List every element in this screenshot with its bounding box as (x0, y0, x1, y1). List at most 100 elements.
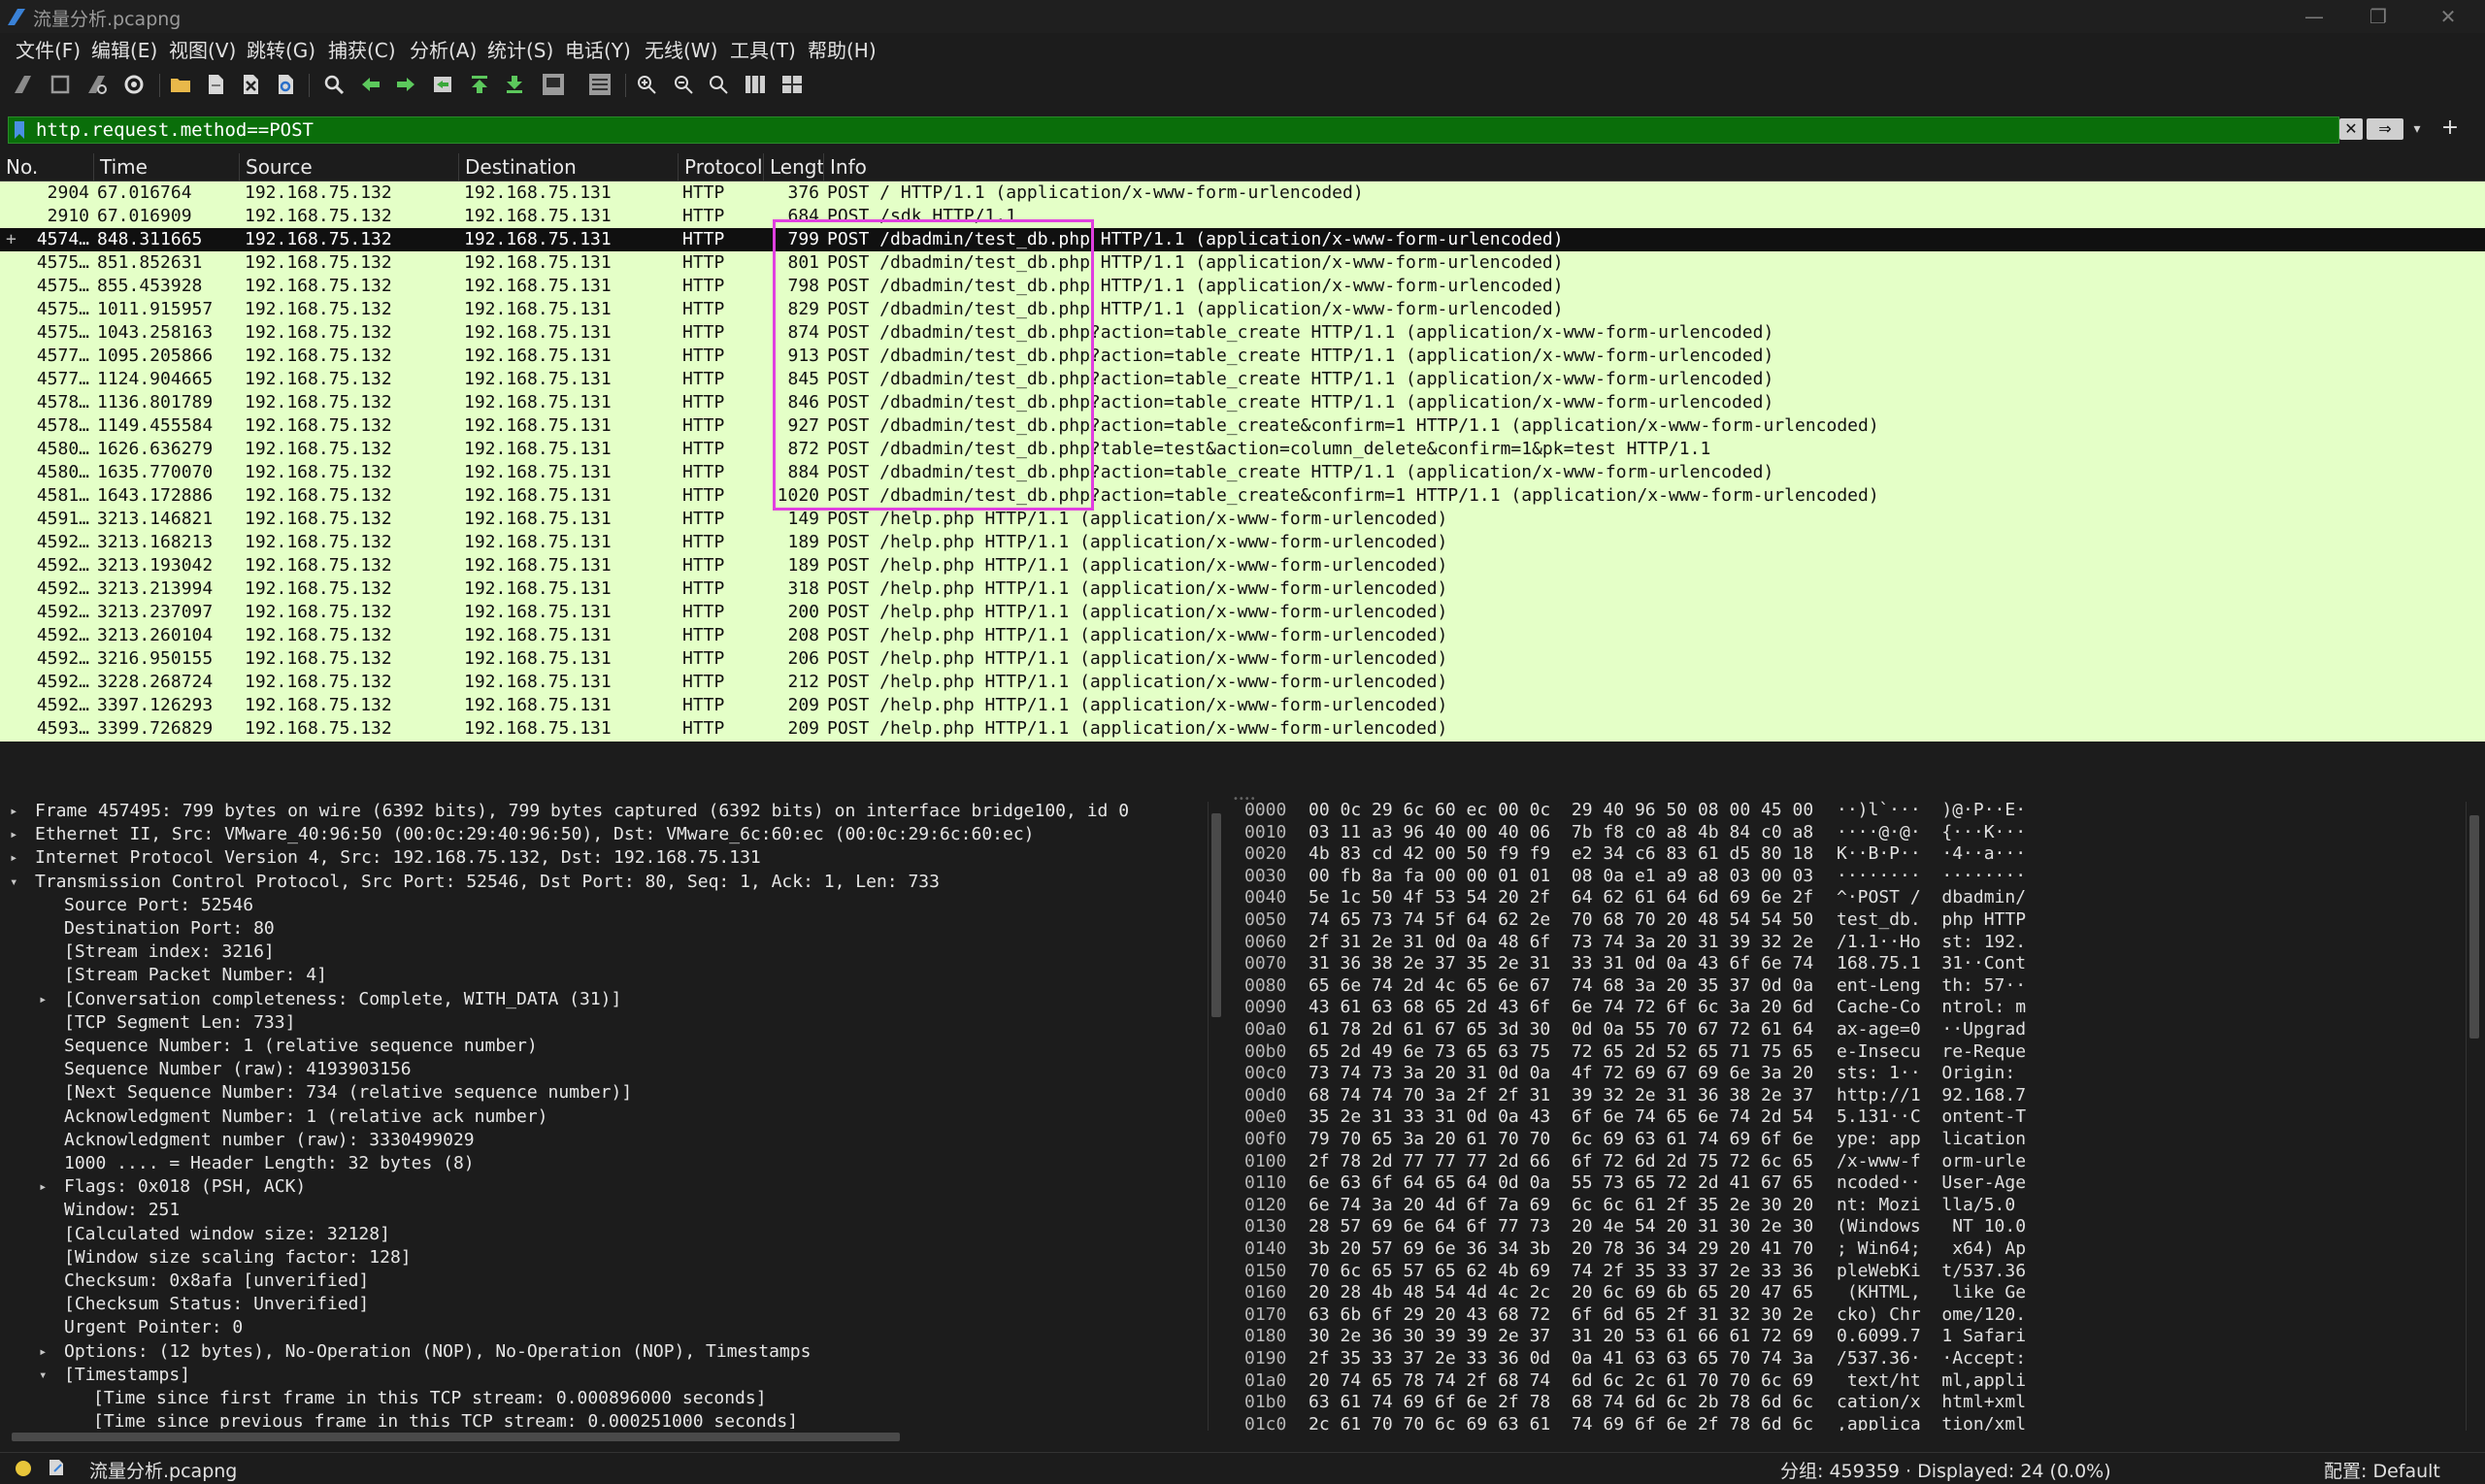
auto-scroll-icon[interactable] (540, 71, 567, 98)
menu-statistics[interactable]: 统计(S) (487, 35, 553, 63)
scrollbar-thumb[interactable] (2469, 815, 2479, 1039)
column-header-destination[interactable]: Destination (458, 153, 678, 181)
zoom-out-icon[interactable] (670, 71, 697, 98)
menu-file[interactable]: 文件(F) (16, 35, 81, 63)
column-header-source[interactable]: Source (239, 153, 458, 181)
go-back-arrow-icon[interactable] (357, 71, 384, 98)
packet-row[interactable]: 2904 67.016764 192.168.75.132 192.168.75.13… (0, 181, 2485, 205)
menu-tools[interactable]: 工具(T) (730, 35, 796, 63)
packet-row[interactable]: 4577… 1124.904665 192.168.75.132 192.168.75… (0, 368, 2485, 391)
byte-ascii: text/ht ml,appli (1837, 1369, 2027, 1391)
packet-row[interactable]: 4577… 1095.205866 192.168.75.132 192.168.75… (0, 345, 2485, 368)
close-button[interactable]: ✕ (2419, 2, 2477, 31)
resize-columns-icon[interactable] (742, 71, 769, 98)
packet-row[interactable]: 4580… 1626.636279 192.168.75.132 192.168.75… (0, 438, 2485, 461)
byte-offset: 00a0 (1244, 1019, 1287, 1039)
packet-row[interactable]: 4592… 3397.126293 192.168.75.132 192.168.75… (0, 694, 2485, 717)
packet-row[interactable]: 4575… 1011.915957 192.168.75.132 192.168.75… (0, 298, 2485, 321)
bookmark-icon[interactable] (13, 120, 26, 145)
packet-cell-time: 67.016764 (97, 182, 192, 203)
packet-row[interactable]: 4592… 3213.193042 192.168.75.132 192.168.75… (0, 554, 2485, 577)
menu-help[interactable]: 帮助(H) (808, 35, 877, 63)
menu-analyze[interactable]: 分析(A) (410, 35, 477, 63)
packet-row[interactable]: 4591… 3213.146821 192.168.75.132 192.168.75… (0, 508, 2485, 531)
close-file-icon[interactable] (237, 71, 264, 98)
menu-wireless[interactable]: 无线(W) (645, 35, 717, 63)
packet-row[interactable]: 4592… 3216.950155 192.168.75.132 192.168.75… (0, 647, 2485, 671)
packet-row[interactable]: 4578… 1136.801789 192.168.75.132 192.168.75… (0, 391, 2485, 414)
stop-square-icon[interactable] (47, 71, 74, 98)
capture-options-gear-icon[interactable] (120, 71, 148, 98)
reload-file-icon[interactable] (272, 71, 299, 98)
collapsed-arrow-icon[interactable]: ▸ (39, 1175, 47, 1199)
collapsed-arrow-icon[interactable]: ▸ (10, 800, 17, 823)
scrollbar-thumb[interactable] (12, 1433, 900, 1441)
byte-hex: 2f 78 2d 77 77 77 2d 66 6f 72 6d 2d 75 7… (1309, 1150, 1814, 1171)
add-filter-button[interactable]: + (2438, 116, 2462, 140)
save-file-icon[interactable] (202, 71, 229, 98)
normal-size-icon[interactable] (705, 71, 732, 98)
column-header-protocol[interactable]: Protocol (678, 153, 763, 181)
display-filter-input[interactable]: http.request.method==POST (8, 116, 2339, 144)
packet-row[interactable]: 4592… 3213.213994 192.168.75.132 192.168.75… (0, 577, 2485, 601)
packet-row[interactable]: 4592… 3213.237097 192.168.75.132 192.168.75… (0, 601, 2485, 624)
colorize-lines-icon[interactable] (586, 71, 613, 98)
maximize-button[interactable]: ❐ (2349, 2, 2407, 31)
collapsed-arrow-icon[interactable]: ▸ (10, 846, 17, 870)
collapsed-arrow-icon[interactable]: ▸ (10, 823, 17, 846)
minimize-button[interactable]: — (2285, 2, 2343, 31)
packet-row[interactable]: 4592… 3228.268724 192.168.75.132 192.168.75… (0, 671, 2485, 694)
menu-capture[interactable]: 捕获(C) (328, 35, 396, 63)
packet-row[interactable]: 4592… 3213.260104 192.168.75.132 192.168.75… (0, 624, 2485, 647)
packet-row[interactable]: 4574… 848.311665 192.168.75.132 192.168.75.… (0, 228, 2485, 251)
menu-go[interactable]: 跳转(G) (247, 35, 315, 63)
packet-row[interactable]: 2910 67.016909 192.168.75.132 192.168.75.13… (0, 205, 2485, 228)
packet-cell-dst: 192.168.75.131 (464, 206, 612, 226)
expert-info-led-icon[interactable] (16, 1461, 31, 1476)
packet-cell-info: POST /help.php HTTP/1.1 (application/x-w… (827, 555, 1448, 576)
packet-row[interactable]: 4581… 1643.172886 192.168.75.132 192.168.75… (0, 484, 2485, 508)
packet-cell-info: POST /help.php HTTP/1.1 (application/x-w… (827, 532, 1448, 552)
packet-row[interactable]: 4575… 1043.258163 192.168.75.132 192.168.75… (0, 321, 2485, 345)
details-vertical-scrollbar[interactable] (1208, 802, 1224, 1431)
column-header-time[interactable]: Time (93, 153, 239, 181)
detail-text: Acknowledgment number (raw): 3330499029 (64, 1129, 475, 1150)
column-header-length[interactable]: Lengtl (763, 153, 823, 181)
restart-fin-icon[interactable] (83, 71, 111, 98)
column-header-no[interactable]: No. (0, 153, 93, 181)
menu-edit[interactable]: 编辑(E) (91, 35, 157, 63)
open-folder-icon[interactable] (167, 71, 194, 98)
packet-cell-info: POST /dbadmin/test_db.php HTTP/1.1 (appl… (827, 252, 1564, 273)
column-header-info[interactable]: Info (823, 153, 2485, 181)
apply-filter-button[interactable]: ⇒ (2367, 118, 2403, 140)
status-profile[interactable]: 配置: Default (2324, 1457, 2440, 1483)
filter-text[interactable]: http.request.method==POST (36, 117, 314, 143)
packet-row[interactable]: 4580… 1635.770070 192.168.75.132 192.168.75… (0, 461, 2485, 484)
go-last-packet-icon[interactable] (501, 71, 528, 98)
packet-row[interactable]: 4578… 1149.455584 192.168.75.132 192.168.75… (0, 414, 2485, 438)
bytes-vertical-scrollbar[interactable] (2466, 802, 2482, 1431)
expanded-arrow-icon[interactable]: ▾ (10, 871, 17, 894)
capture-comment-edit-icon[interactable] (47, 1458, 66, 1482)
packet-row[interactable]: 4575… 855.453928 192.168.75.132 192.168.75.… (0, 275, 2485, 298)
pane-splitter[interactable]: •••• (0, 742, 2485, 805)
packet-row[interactable]: 4592… 3213.168213 192.168.75.132 192.168.75… (0, 531, 2485, 554)
find-packet-magnifier-icon[interactable] (320, 71, 348, 98)
menu-telephony[interactable]: 电话(Y) (565, 35, 631, 63)
zoom-in-icon[interactable] (633, 71, 660, 98)
scrollbar-thumb[interactable] (1211, 813, 1221, 1017)
details-horizontal-scrollbar[interactable] (0, 1429, 1208, 1444)
packet-row[interactable]: 4575… 851.852631 192.168.75.132 192.168.75.… (0, 251, 2485, 275)
collapsed-arrow-icon[interactable]: ▸ (39, 988, 47, 1011)
layout-columns-icon[interactable] (779, 71, 806, 98)
collapsed-arrow-icon[interactable]: ▸ (39, 1340, 47, 1364)
packet-row[interactable]: 4593… 3399.726829 192.168.75.132 192.168.75… (0, 717, 2485, 741)
go-forward-arrow-icon[interactable] (392, 71, 419, 98)
shark-fin-start-icon[interactable] (10, 71, 37, 98)
expanded-arrow-icon[interactable]: ▾ (39, 1364, 47, 1387)
filter-history-dropdown[interactable]: ▾ (2407, 118, 2427, 140)
menu-view[interactable]: 视图(V) (169, 35, 236, 63)
go-first-packet-icon[interactable] (466, 71, 493, 98)
go-to-packet-icon[interactable] (429, 71, 456, 98)
clear-filter-button[interactable]: ✕ (2339, 118, 2363, 140)
